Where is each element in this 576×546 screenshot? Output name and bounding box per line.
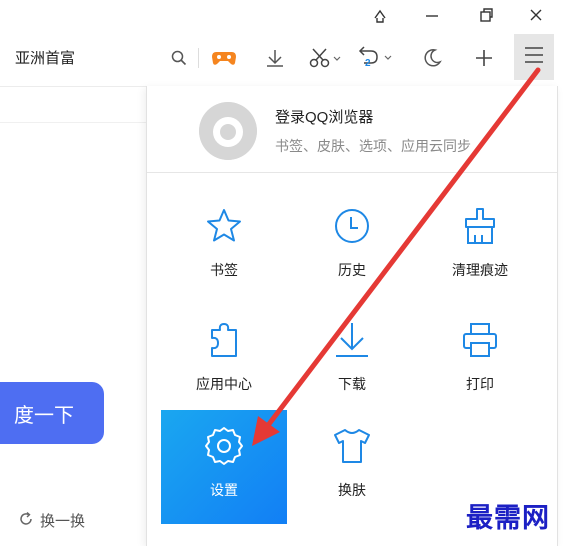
new-tab-icon[interactable] xyxy=(470,44,498,72)
menu-item-history[interactable]: 历史 xyxy=(289,190,415,302)
download-icon xyxy=(289,316,415,364)
bookmark-bar-border xyxy=(0,122,146,123)
menu-item-label: 设置 xyxy=(210,482,238,498)
refresh-icon xyxy=(18,511,34,531)
menu-item-settings[interactable]: 设置 xyxy=(161,410,287,524)
menu-item-print[interactable]: 打印 xyxy=(417,304,543,416)
toolbar-divider xyxy=(198,48,199,68)
login-title[interactable]: 登录QQ浏览器 xyxy=(275,106,373,127)
refresh-label: 换一换 xyxy=(40,513,86,530)
menu-button[interactable] xyxy=(514,34,554,80)
shirt-icon xyxy=(289,422,415,470)
undo-badge: 2 xyxy=(365,58,371,69)
menu-item-label: 清理痕迹 xyxy=(452,262,508,278)
clock-icon xyxy=(289,202,415,250)
avatar[interactable] xyxy=(199,102,257,160)
puzzle-icon xyxy=(161,316,287,364)
menu-item-clear-traces[interactable]: 清理痕迹 xyxy=(417,190,543,302)
refresh-link[interactable]: 换一换 xyxy=(18,510,85,531)
menu-item-app-center[interactable]: 应用中心 xyxy=(161,304,287,416)
night-mode-icon[interactable] xyxy=(418,44,446,72)
menu-item-skin[interactable]: 换肤 xyxy=(289,410,415,522)
download-icon[interactable] xyxy=(262,44,288,72)
menu-item-label: 书签 xyxy=(210,262,238,278)
menu-item-label: 应用中心 xyxy=(196,376,252,392)
scissors-icon[interactable] xyxy=(306,44,346,72)
search-button[interactable]: 度一下 xyxy=(0,382,104,444)
main-menu-panel: 登录QQ浏览器 书签、皮肤、选项、应用云同步 书签 历史 清理痕迹 应用中心 下… xyxy=(146,86,558,546)
toolbar: 亚洲首富 2 xyxy=(0,30,576,86)
address-bar-text[interactable]: 亚洲首富 xyxy=(15,47,75,68)
watermark: 最需网 xyxy=(466,503,550,534)
restore-icon[interactable] xyxy=(360,0,400,30)
menu-item-label: 历史 xyxy=(338,262,366,278)
gear-icon xyxy=(161,422,287,470)
search-icon[interactable] xyxy=(168,44,190,72)
login-subtitle: 书签、皮肤、选项、应用云同步 xyxy=(275,138,471,154)
menu-item-label: 下载 xyxy=(338,376,366,392)
printer-icon xyxy=(417,316,543,364)
close-icon[interactable] xyxy=(516,0,556,30)
minimize-icon[interactable] xyxy=(412,0,452,30)
login-section[interactable]: 登录QQ浏览器 书签、皮肤、选项、应用云同步 xyxy=(147,86,557,173)
menu-item-label: 打印 xyxy=(466,376,494,392)
toolbar-bottom-border xyxy=(0,86,146,87)
broom-icon xyxy=(417,202,543,250)
maximize-icon[interactable] xyxy=(466,0,506,30)
menu-item-bookmarks[interactable]: 书签 xyxy=(161,190,287,302)
game-icon[interactable] xyxy=(208,44,240,72)
menu-item-label: 换肤 xyxy=(338,482,366,498)
star-icon xyxy=(161,202,287,250)
menu-item-download[interactable]: 下载 xyxy=(289,304,415,416)
menu-icon xyxy=(523,45,545,70)
undo-icon[interactable]: 2 xyxy=(354,44,398,72)
